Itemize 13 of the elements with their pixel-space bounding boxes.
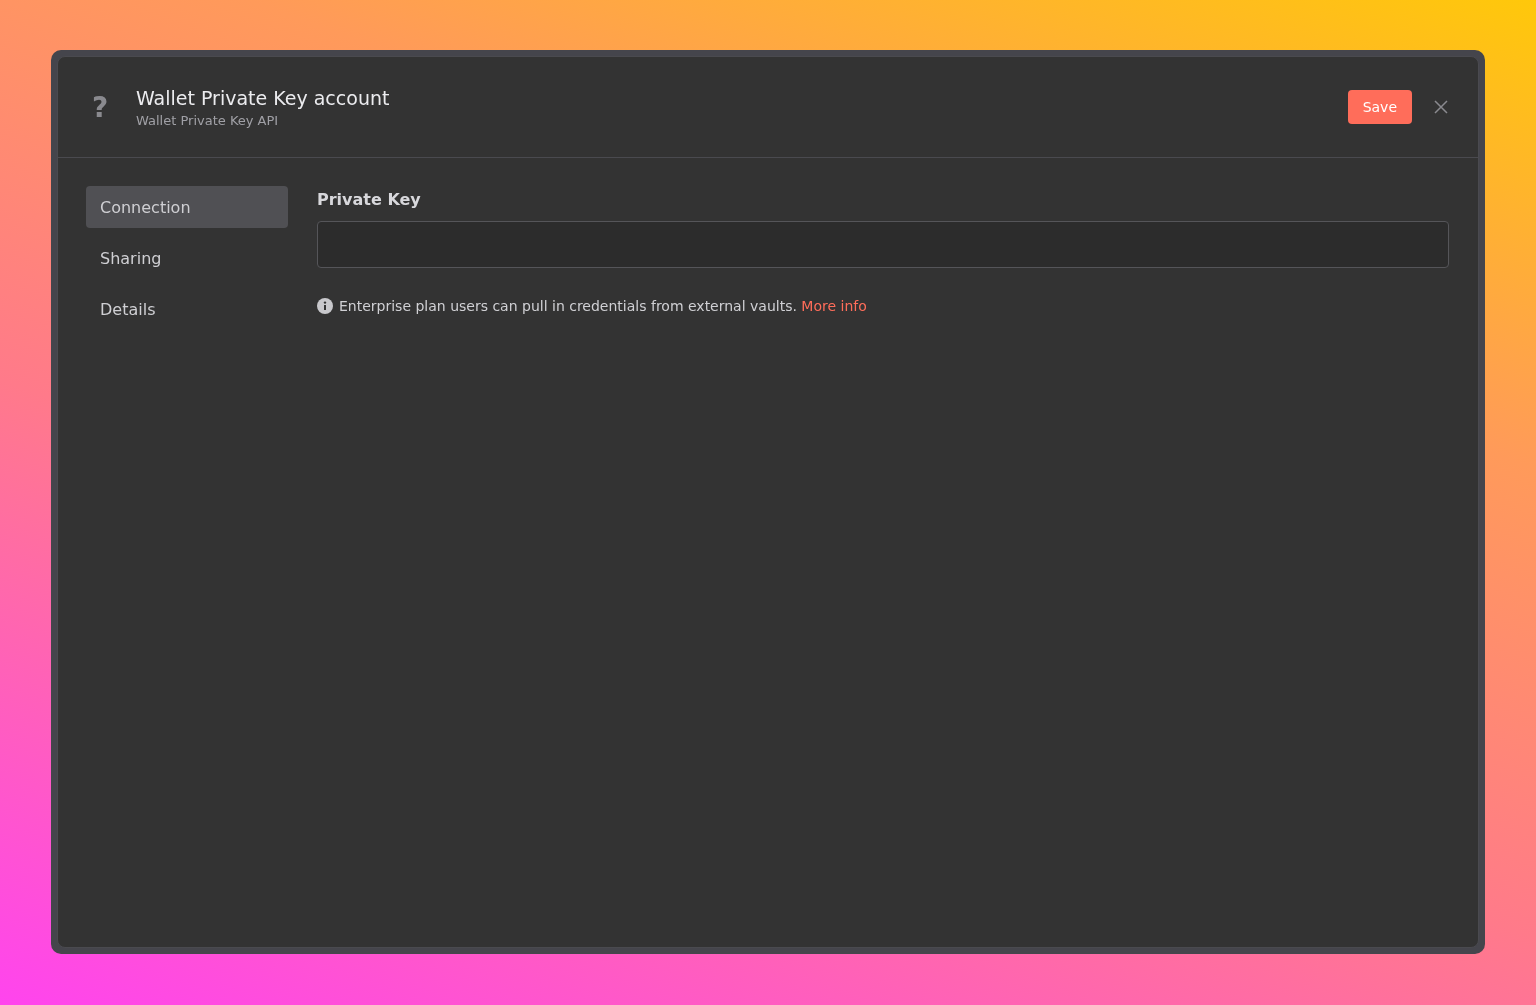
question-mark-icon: ? <box>92 90 136 124</box>
sidebar-tab[interactable]: Details <box>86 288 288 330</box>
private-key-field[interactable] <box>317 221 1449 268</box>
info-icon <box>317 298 333 314</box>
modal-title: Wallet Private Key account <box>136 86 391 109</box>
sidebar-tab[interactable]: Connection <box>86 186 288 228</box>
field-label: Private Key <box>317 190 422 209</box>
sidebar-tab[interactable]: Sharing <box>86 237 288 279</box>
modal-subtitle: Wallet Private Key API <box>136 112 280 128</box>
save-button[interactable]: Save <box>1347 90 1412 124</box>
more-info-link[interactable]: More info <box>801 298 867 314</box>
close-icon[interactable] <box>1434 100 1448 114</box>
notice-text: Enterprise plan users can pull in credentials from external vaults. More info <box>339 298 867 314</box>
